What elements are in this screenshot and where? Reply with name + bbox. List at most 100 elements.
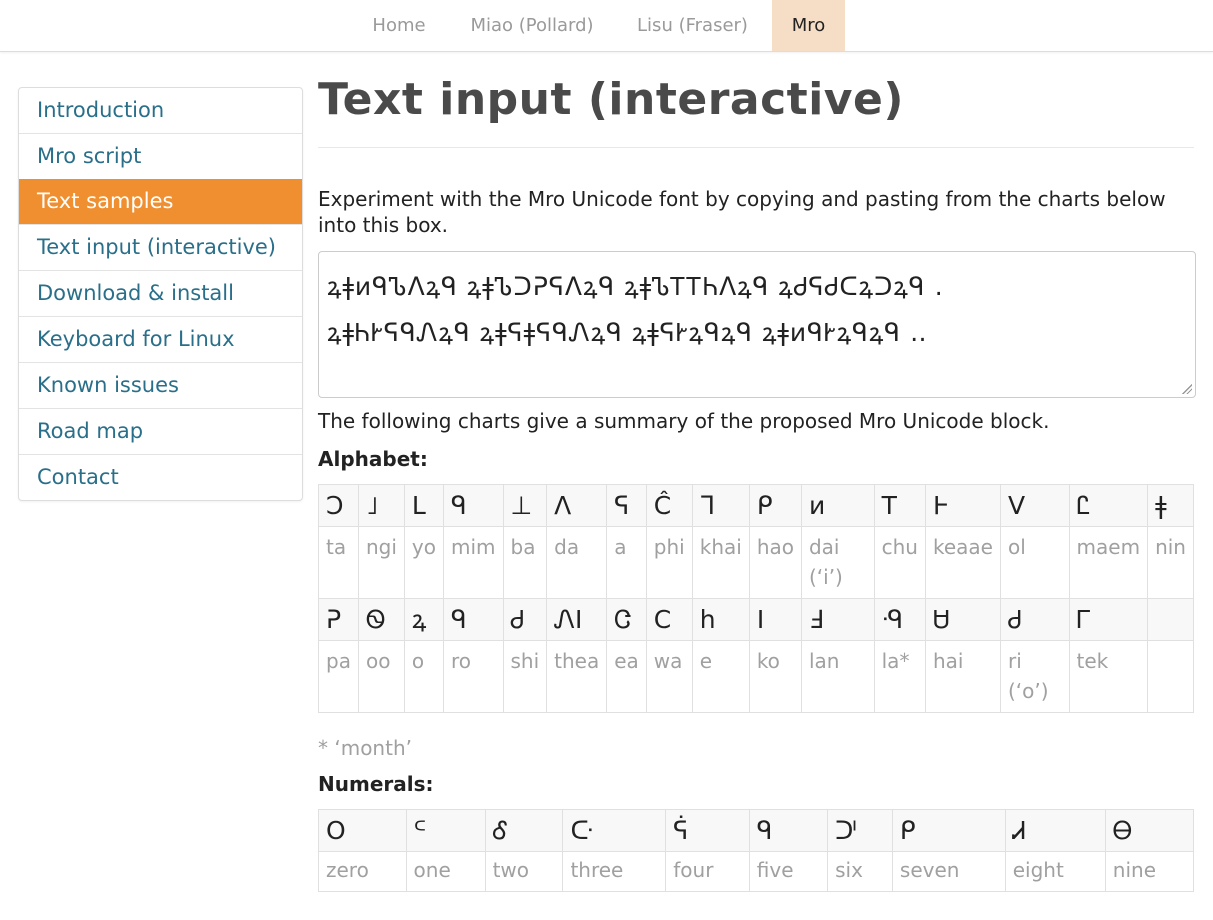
alphabet-glyph-cell: ꝝ: [403, 598, 444, 641]
alphabet-glyph-cell: Ͱ: [924, 484, 1001, 527]
sidebar-item-contact[interactable]: Contact: [19, 454, 302, 500]
alphabet-glyph-cell: ᒣ: [691, 484, 750, 527]
alphabet-name-cell: ko: [748, 640, 802, 713]
alphabet-glyph-cell: Ĉ: [645, 484, 693, 527]
numeral-name-cell: three: [562, 851, 667, 892]
alphabet-glyph-cell: Ꮳ: [606, 598, 647, 641]
numeral-name-cell: two: [484, 851, 564, 892]
nav-tab-lisu[interactable]: Lisu (Fraser): [620, 0, 765, 51]
numeral-name-cell: six: [827, 851, 893, 892]
numerals-heading: Numerals:: [318, 772, 434, 796]
sidebar-item-text-samples[interactable]: Text samples: [19, 179, 302, 224]
alphabet-name-cell: tek: [1068, 640, 1149, 713]
sidebar-item-known-issues[interactable]: Known issues: [19, 362, 302, 408]
alphabet-name-cell: ri (‘o’): [999, 640, 1070, 713]
alphabet-name-cell: chu: [873, 526, 926, 599]
alphabet-name-cell: la*: [873, 640, 926, 713]
alphabet-glyph-cell: L: [403, 484, 444, 527]
sidebar-item-download-install[interactable]: Download & install: [19, 270, 302, 316]
alphabet-glyph-cell: Λ: [546, 484, 608, 527]
alphabet-name-cell: lan: [800, 640, 875, 713]
alphabet-name-cell: ta: [318, 526, 359, 599]
alphabet-glyph-cell: ᏁI: [546, 598, 608, 641]
sidebar-item-mro-script[interactable]: Mro script: [19, 133, 302, 179]
numeral-glyph-cell: O: [318, 809, 407, 852]
nav-tab-home[interactable]: Home: [354, 0, 444, 51]
alphabet-name-cell: wa: [645, 640, 693, 713]
numeral-name-cell: eight: [1004, 851, 1106, 892]
sidebar-item-road-map[interactable]: Road map: [19, 408, 302, 454]
alphabet-name-cell: hai: [924, 640, 1001, 713]
alphabet-glyph-cell: ᑴ: [873, 598, 926, 641]
alphabet-glyph-cell: ᑫ: [442, 598, 504, 641]
alphabet-name-cell: a: [606, 526, 647, 599]
alphabet-name-cell: dai (‘i’): [800, 526, 875, 599]
alphabet-glyph-cell: I: [748, 598, 802, 641]
numeral-glyph-cell: ᕌ: [665, 809, 750, 852]
numeral-name-cell: nine: [1104, 851, 1195, 892]
numeral-name-cell: five: [748, 851, 829, 892]
alphabet-glyph-cell: Ꮷ: [999, 598, 1070, 641]
numeral-name-cell: seven: [891, 851, 1006, 892]
alphabet-name-cell: ro: [442, 640, 504, 713]
alphabet-glyph-cell: Ꮷ: [502, 598, 548, 641]
sidebar-item-text-input[interactable]: Text input (interactive): [19, 224, 302, 270]
alphabet-glyph-cell: ᴎ: [800, 484, 875, 527]
numeral-glyph-cell: Ꮄ: [484, 809, 564, 852]
alphabet-glyph-cell: C: [645, 598, 693, 641]
alphabet-name-cell: hao: [748, 526, 802, 599]
alphabet-glyph-cell: ᕈ: [318, 598, 359, 641]
footnote: * ‘month’: [318, 736, 412, 760]
numeral-name-cell: one: [405, 851, 486, 892]
sidebar-item-introduction[interactable]: Introduction: [19, 88, 302, 133]
alphabet-glyph-cell: Ꮻ: [357, 598, 405, 641]
alphabet-name-row: pa oo o ro shi thea ea wa e ko lan la* hai ri (‘o’) te…: [318, 640, 1194, 713]
numeral-glyph-cell: Ꮧ: [1004, 809, 1106, 852]
alphabet-name-cell: keaae: [924, 526, 1001, 599]
alphabet-glyph-cell: ᕋ: [606, 484, 647, 527]
numeral-name-cell: four: [665, 851, 750, 892]
alphabet-name-cell: ngi: [357, 526, 405, 599]
nav-tab-miao[interactable]: Miao (Pollard): [452, 0, 612, 51]
alphabet-name-cell: shi: [502, 640, 548, 713]
alphabet-name-cell: pa: [318, 640, 359, 713]
alphabet-name-cell: oo: [357, 640, 405, 713]
alphabet-glyph-cell: Ⅎ: [800, 598, 875, 641]
alphabet-glyph-cell: ᑫ: [442, 484, 504, 527]
page-title: Text input (interactive): [318, 74, 904, 125]
textbox-line-1: ꝝǂᴎᑫᏖᐱꝝᑫ ꝝǂᏖᑐᕈᕋᐱꝝᑫ ꝝǂᏖᎢᎢᏂᐱꝝᑫ ꝝᏧᕋᏧᑕꝝᑐꝝᑫ ․: [327, 272, 944, 301]
alphabet-name-row: ta ngi yo mim ba da a phi khai hao dai (‘i’) chu kea…: [318, 526, 1194, 599]
main-content: Text input (interactive) Experiment with…: [318, 70, 1196, 892]
resize-handle-icon[interactable]: [1182, 384, 1192, 394]
alphabet-glyph-cell: T: [873, 484, 926, 527]
alphabet-name-cell: da: [546, 526, 608, 599]
alphabet-glyph-cell: ⊥: [502, 484, 548, 527]
numeral-glyph-cell: ᑢ: [562, 809, 667, 852]
sidebar-nav: Introduction Mro script Text samples Tex…: [18, 87, 303, 501]
alphabet-glyph-cell: Ↄ: [318, 484, 359, 527]
alphabet-name-cell: nin: [1147, 526, 1194, 599]
alphabet-name-cell: o: [403, 640, 444, 713]
alphabet-name-cell: ea: [606, 640, 647, 713]
nav-tab-mro[interactable]: Mro: [772, 0, 845, 51]
alphabet-table: Ↄ ˩ L ᑫ ⊥ Λ ᕋ Ĉ ᒣ ᑭ ᴎ T Ͱ V Ꮭ ǂ ta ngi yo mim ba da a phi khai ha…: [318, 484, 1194, 713]
alphabet-name-cell: ol: [999, 526, 1070, 599]
sidebar-item-keyboard-linux[interactable]: Keyboard for Linux: [19, 316, 302, 362]
alphabet-glyph-cell: Ꮁ: [1068, 598, 1149, 641]
numeral-glyph-cell: ᑩ: [827, 809, 893, 852]
alphabet-name-cell: ba: [502, 526, 548, 599]
alphabet-glyph-cell: ᑭ: [748, 484, 802, 527]
alphabet-name-cell: yo: [403, 526, 444, 599]
alphabet-name-cell: khai: [691, 526, 750, 599]
intro-text: Experiment with the Mro Unicode font by …: [318, 187, 1166, 237]
numeral-name-row: zero one two three four five six seven eight nine: [318, 851, 1195, 892]
alphabet-glyph-cell: [1147, 598, 1194, 641]
numeral-glyph-cell: ᒼ: [405, 809, 486, 852]
alphabet-glyph-row: ᕈ Ꮻꝝ ᑫ Ꮷ ᏁI Ꮳ Ch I Ⅎ ᑴ Ꮜ Ꮷ Ꮁ: [318, 598, 1194, 641]
mro-text-input[interactable]: ꝝǂᴎᑫᏖᐱꝝᑫ ꝝǂᏖᑐᕈᕋᐱꝝᑫ ꝝǂᏖᎢᎢᏂᐱꝝᑫ ꝝᏧᕋᏧᑕꝝᑐꝝᑫ ․…: [318, 251, 1196, 398]
alphabet-heading: Alphabet:: [318, 447, 428, 471]
numeral-glyph-cell: ᑫ: [748, 809, 829, 852]
alphabet-glyph-row: Ↄ ˩ L ᑫ ⊥ Λ ᕋ Ĉ ᒣ ᑭ ᴎ T Ͱ V Ꮭ ǂ: [318, 484, 1194, 527]
summary-text: The following charts give a summary of t…: [318, 409, 1050, 433]
alphabet-glyph-cell: h: [691, 598, 750, 641]
